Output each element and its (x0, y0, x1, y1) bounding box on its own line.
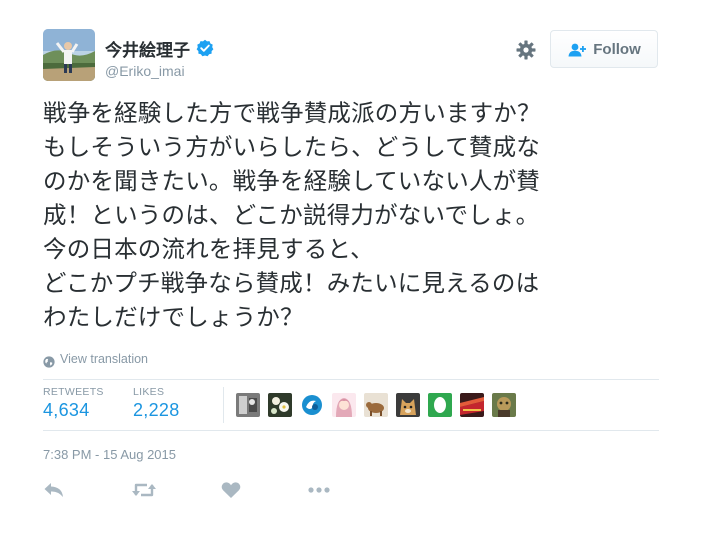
author-handle[interactable]: @Eriko_imai (105, 63, 185, 79)
tweet-stats: RETWEETS 4,634 LIKES 2,228 (43, 381, 659, 429)
gear-icon[interactable] (515, 39, 537, 61)
divider (43, 379, 659, 380)
user-avatar-6[interactable] (396, 393, 420, 417)
tweet-header: 今井絵理子 @Eriko_imai Follow (43, 29, 663, 85)
like-icon[interactable] (221, 479, 241, 501)
view-translation-label: View translation (60, 352, 149, 366)
tweet-text-line: のかを聞きたい。戦争を経験していない人が賛 (43, 167, 540, 195)
liker-avatars (236, 393, 516, 417)
author-avatar[interactable] (43, 29, 95, 81)
tweet-text-line: どこかプチ戦争なら賛成！みたいに見えるのは (43, 269, 540, 297)
likes-stat[interactable]: LIKES 2,228 (133, 386, 180, 421)
likes-label: LIKES (133, 386, 165, 398)
follow-button-label: Follow (593, 40, 641, 58)
add-user-icon (567, 42, 587, 57)
user-avatar-2[interactable] (268, 393, 292, 417)
author-name-row[interactable]: 今井絵理子 (105, 36, 214, 61)
user-avatar-8[interactable] (460, 393, 484, 417)
follow-button[interactable]: Follow (550, 30, 658, 68)
retweets-stat[interactable]: RETWEETS 4,634 (43, 386, 104, 421)
user-avatar-3[interactable] (300, 393, 324, 417)
view-translation-link[interactable]: View translation (43, 352, 149, 368)
tweet-text-line: もしそういう方がいらしたら、どうして賛成な (43, 133, 540, 161)
tweet-text-line: 今の日本の流れを拝見すると、 (43, 235, 374, 263)
user-avatar-1[interactable] (236, 393, 260, 417)
user-avatar-9[interactable] (492, 393, 516, 417)
tweet-timestamp[interactable]: 7:38 PM - 15 Aug 2015 (43, 447, 176, 462)
tweet-text-line: わたしだけでしょうか？ (43, 303, 304, 331)
user-avatar-7[interactable] (428, 393, 452, 417)
retweets-count: 4,634 (43, 400, 90, 420)
tweet-text-line: 成！というのは、どこか説得力がないでしょ。 (43, 201, 540, 229)
author-display-name[interactable]: 今井絵理子 (105, 36, 190, 61)
verified-badge-icon (196, 39, 214, 57)
reply-icon[interactable] (43, 479, 65, 501)
user-avatar-5[interactable] (364, 393, 388, 417)
tweet-text-line: 戦争を経験した方で戦争賛成派の方いますか？ (43, 99, 541, 127)
retweets-label: RETWEETS (43, 386, 104, 398)
tweet-text: 戦争を経験した方で戦争賛成派の方いますか？ もしそういう方がいらしたら、どうして… (43, 96, 683, 334)
user-avatar-4[interactable] (332, 393, 356, 417)
stats-separator (223, 387, 224, 423)
more-icon[interactable] (307, 479, 331, 501)
likes-count: 2,228 (133, 400, 180, 420)
globe-icon (43, 353, 55, 368)
divider (43, 430, 659, 431)
retweet-icon[interactable] (131, 479, 157, 501)
